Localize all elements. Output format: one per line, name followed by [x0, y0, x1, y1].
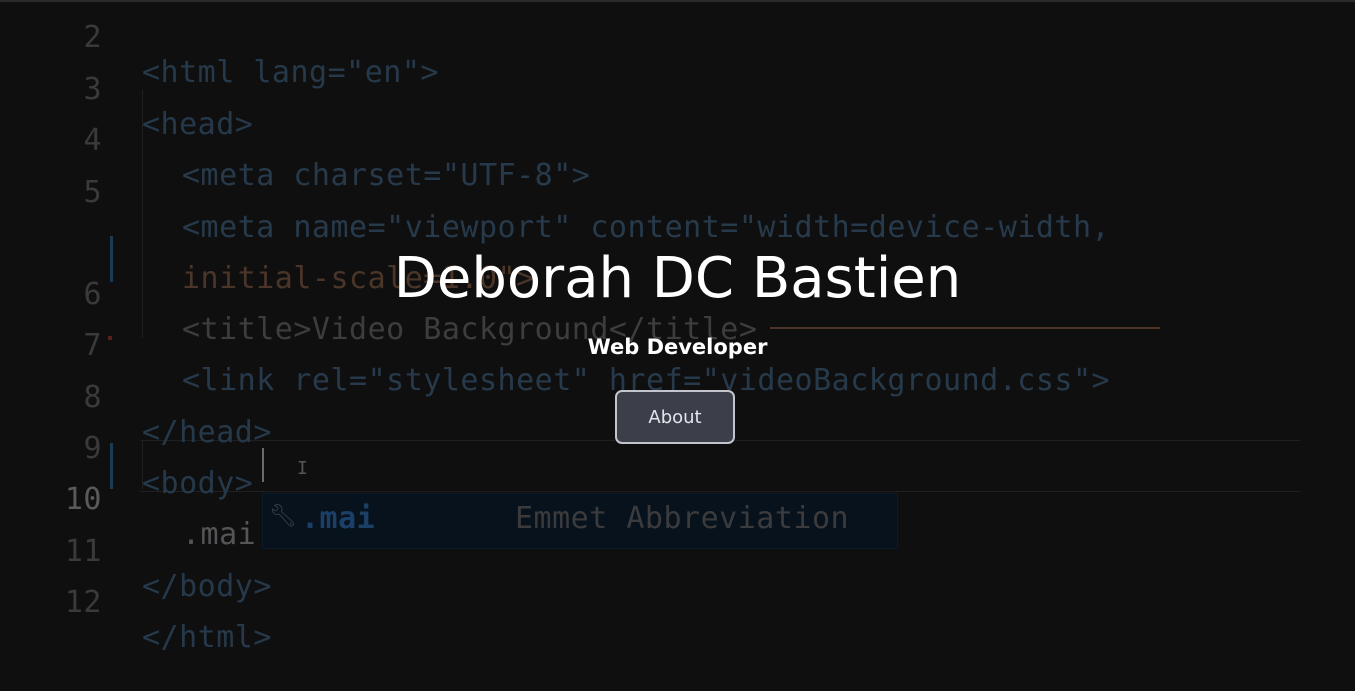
hero-subtitle: Web Developer: [587, 335, 768, 359]
hero-title: Deborah DC Bastien: [393, 246, 962, 311]
code-line: 4 <meta charset="UTF-8">: [0, 81, 1355, 193]
code-line: 12 </html>: [0, 543, 1355, 655]
code-line: 5 <meta name="viewport" content="width=d…: [0, 133, 1355, 245]
line-number: 12: [64, 585, 102, 620]
code-line: initial-scale=1.0">: [0, 184, 1355, 296]
line-code: </html>: [142, 620, 272, 655]
code-line: 10 .mai: [0, 440, 1355, 552]
code-line: 3 <head>: [0, 30, 1355, 142]
about-button[interactable]: About: [615, 390, 735, 444]
code-line: 2 <html lang="en">: [0, 0, 1355, 90]
suggestion-detail: Emmet Abbreviation: [515, 501, 850, 536]
suggestion-label: .mai: [301, 501, 376, 536]
ibeam-cursor-icon: I: [297, 458, 309, 479]
page: 2 <html lang="en"> 3 <head> 4 <meta char…: [0, 0, 1355, 691]
text-caret: [262, 448, 264, 482]
squiggle-underline: [770, 327, 1160, 329]
wrench-icon: 🔧︎: [269, 504, 298, 529]
autocomplete-suggestion: 🔧︎ .mai Emmet Abbreviation: [262, 493, 898, 549]
